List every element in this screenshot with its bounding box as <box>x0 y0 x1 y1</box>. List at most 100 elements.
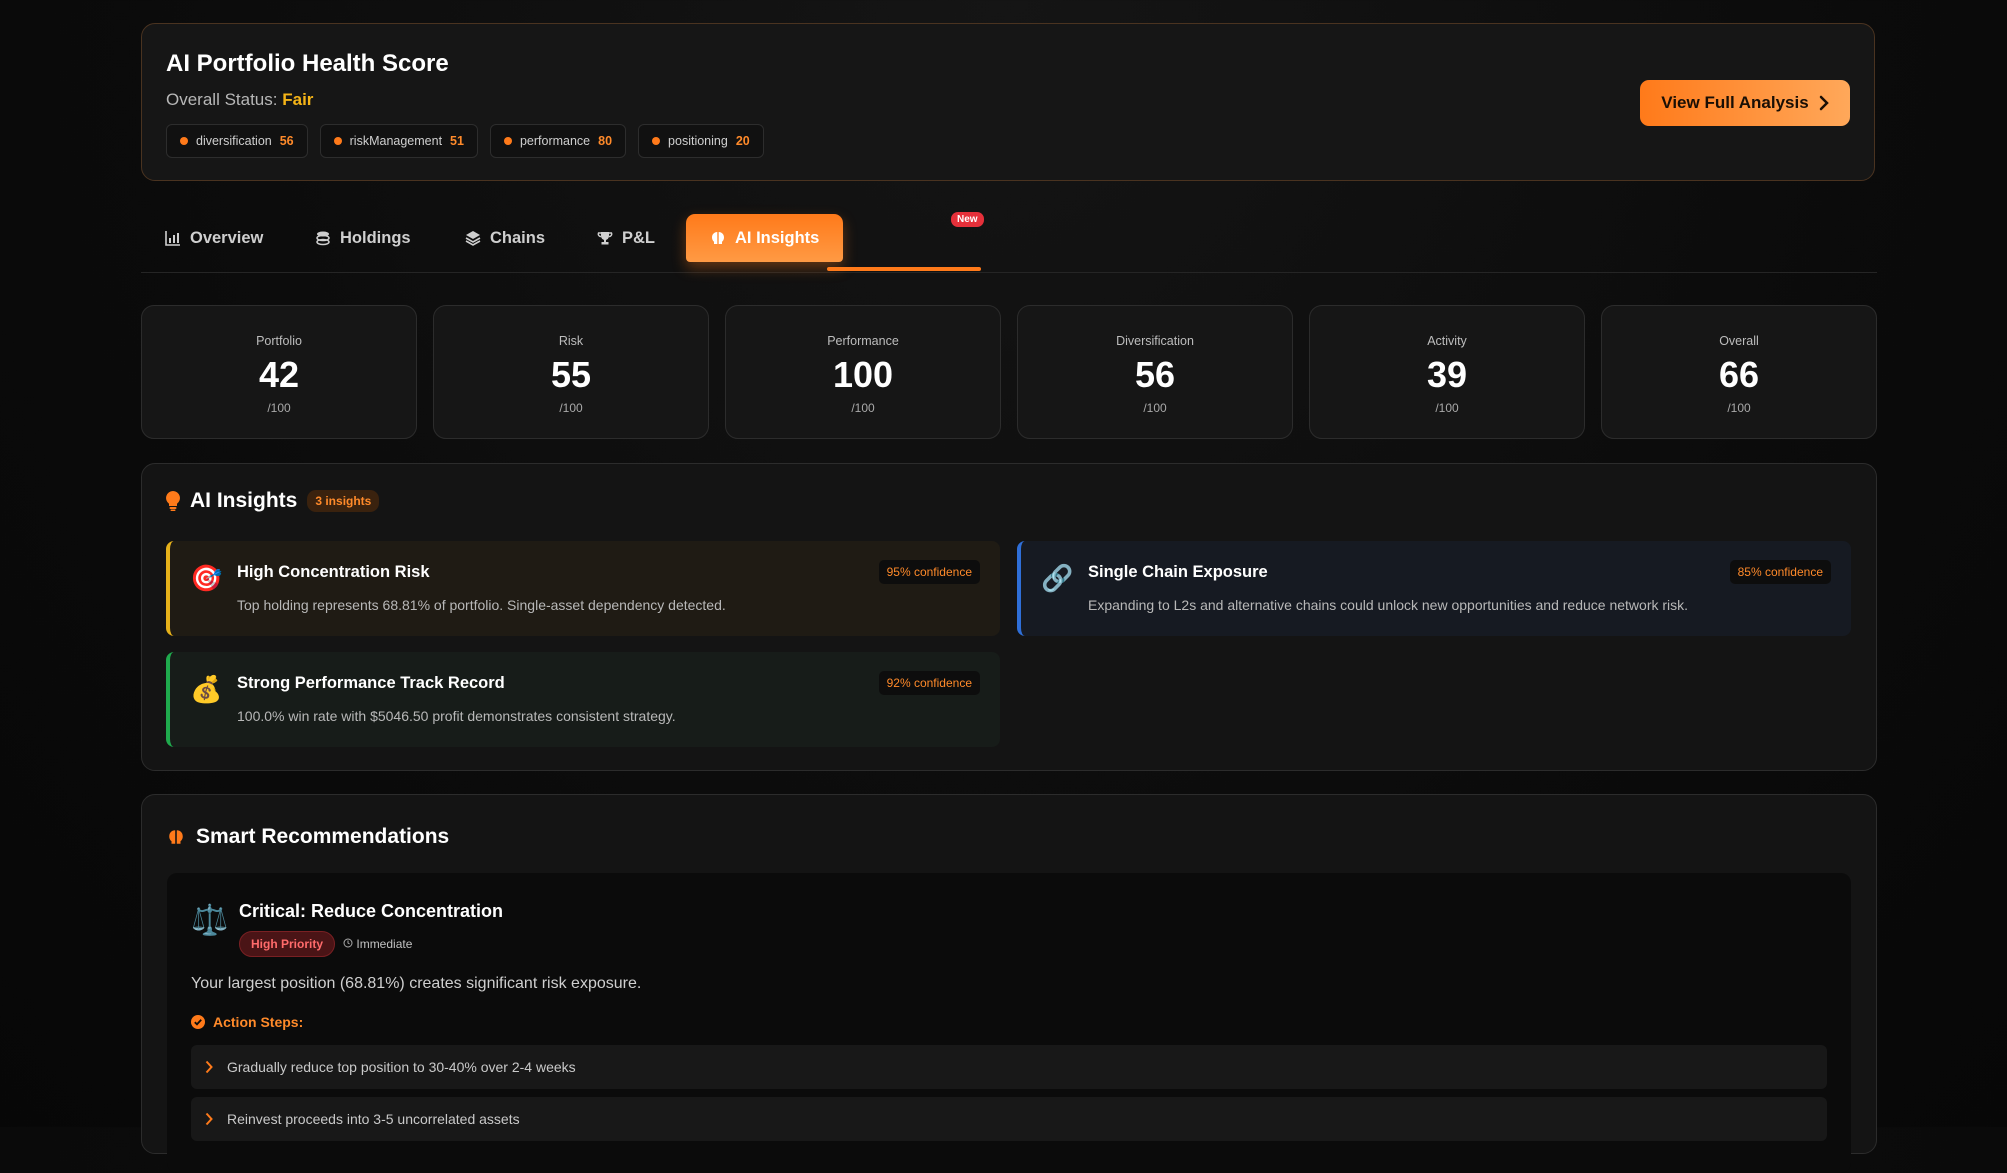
insights-count-badge: 3 insights <box>307 490 380 512</box>
active-tab-indicator <box>827 267 981 271</box>
view-full-analysis-button[interactable]: View Full Analysis <box>1640 80 1850 126</box>
chip-value: 20 <box>735 134 750 148</box>
overall-status: Overall Status: Fair <box>166 90 313 110</box>
layers-icon <box>465 231 481 246</box>
new-badge: New <box>951 212 984 227</box>
chevron-right-icon <box>1819 95 1829 111</box>
cta-label: View Full Analysis <box>1661 93 1809 112</box>
tab-label: Holdings <box>340 228 411 247</box>
chip-value: 51 <box>450 134 464 148</box>
tab-chains[interactable]: Chains <box>465 214 545 262</box>
step-text: Gradually reduce top position to 30-40% … <box>227 1059 576 1075</box>
confidence-badge: 92% confidence <box>878 671 980 695</box>
score-value: 56 <box>1134 353 1176 395</box>
chevron-right-icon <box>205 1060 213 1074</box>
score-max: /100 <box>267 400 291 415</box>
section-title: AI Insights <box>190 489 298 512</box>
smart-recommendations-section: Smart Recommendations ⚖️ Critical: Reduc… <box>141 794 1877 1173</box>
score-card-activity: Activity 39 /100 <box>1309 305 1585 439</box>
score-label: Diversification <box>1116 333 1194 348</box>
dot-icon <box>652 137 661 145</box>
brain-icon <box>712 232 724 244</box>
status-value: Fair <box>282 90 314 109</box>
score-card-diversification: Diversification 56 /100 <box>1017 305 1293 439</box>
tab-ai-insights[interactable]: AI Insights <box>686 214 844 262</box>
tab-bar: Overview Holdings Chains P&L AI Insights… <box>141 212 1877 273</box>
chip-label: riskManagement <box>349 134 443 148</box>
bar-chart-icon <box>165 231 180 246</box>
score-value: 39 <box>1426 353 1468 395</box>
dot-icon <box>180 137 188 145</box>
score-label: Risk <box>558 333 584 348</box>
tab-pnl[interactable]: P&L <box>597 214 655 262</box>
chevron-right-icon <box>205 1112 213 1126</box>
priority-badge: High Priority <box>239 931 336 957</box>
insight-title: Strong Performance Track Record <box>237 674 505 692</box>
score-card-portfolio: Portfolio 42 /100 <box>141 305 417 439</box>
chip-label: positioning <box>668 134 728 148</box>
score-max: /100 <box>1435 400 1459 415</box>
chip-risk-management: riskManagement 51 <box>319 124 478 158</box>
step-text: Reinvest proceeds into 3-5 uncorrelated … <box>227 1111 520 1127</box>
score-card-performance: Performance 100 /100 <box>725 305 1001 439</box>
timeframe-label: Immediate <box>356 937 413 951</box>
chip-diversification: diversification 56 <box>166 124 308 158</box>
check-circle-icon <box>191 1015 205 1029</box>
score-cards: Portfolio 42 /100 Risk 55 /100 Performan… <box>141 305 1877 439</box>
insight-card[interactable]: 🎯 High Concentration Risk Top holding re… <box>166 541 1000 636</box>
clock-icon <box>343 938 353 948</box>
insight-description: Top holding represents 68.81% of portfol… <box>237 597 726 613</box>
tab-label: AI Insights <box>735 228 820 247</box>
score-label: Activity <box>1427 333 1467 348</box>
status-label: Overall Status: <box>166 90 278 109</box>
insight-title: High Concentration Risk <box>237 563 430 581</box>
timeframe: Immediate <box>343 937 412 951</box>
chip-positioning: positioning 20 <box>638 124 764 158</box>
score-chips: diversification 56 riskManagement 51 per… <box>166 124 764 158</box>
insight-card[interactable]: 💰 Strong Performance Track Record 100.0%… <box>166 652 1000 747</box>
action-step[interactable]: Reinvest proceeds into 3-5 uncorrelated … <box>191 1097 1827 1141</box>
confidence-badge: 95% confidence <box>878 560 980 584</box>
page-title: AI Portfolio Health Score <box>166 50 449 77</box>
money-bag-icon: 💰 <box>190 674 223 704</box>
lightbulb-icon <box>166 491 180 511</box>
scale-icon: ⚖️ <box>191 904 229 937</box>
health-score-header: AI Portfolio Health Score Overall Status… <box>141 23 1875 181</box>
recommendations-heading: Smart Recommendations <box>166 825 449 849</box>
section-title: Smart Recommendations <box>196 825 450 848</box>
chip-label: diversification <box>196 134 272 148</box>
dot-icon <box>503 137 512 145</box>
score-card-overall: Overall 66 /100 <box>1601 305 1877 439</box>
score-label: Overall <box>1719 333 1759 348</box>
trophy-icon <box>597 232 613 245</box>
insight-card[interactable]: 🔗 Single Chain Exposure Expanding to L2s… <box>1017 541 1851 636</box>
chip-value: 80 <box>598 134 613 148</box>
score-max: /100 <box>851 400 875 415</box>
score-max: /100 <box>1727 400 1751 415</box>
chip-performance: performance 80 <box>489 124 627 158</box>
action-steps-heading: Action Steps: <box>191 1014 303 1030</box>
recommendation-card[interactable]: ⚖️ Critical: Reduce Concentration High P… <box>167 873 1851 1173</box>
recommendation-title: Critical: Reduce Concentration <box>239 901 504 921</box>
action-step[interactable]: Gradually reduce top position to 30-40% … <box>191 1045 1827 1089</box>
tab-label: Overview <box>190 228 264 247</box>
score-card-risk: Risk 55 /100 <box>433 305 709 439</box>
score-value: 42 <box>258 353 300 395</box>
score-value: 100 <box>832 353 894 395</box>
tab-overview[interactable]: Overview <box>165 214 263 262</box>
tab-label: P&L <box>622 228 655 247</box>
coins-icon <box>316 231 330 246</box>
insight-description: Expanding to L2s and alternative chains … <box>1088 597 1689 613</box>
steps-title: Action Steps: <box>213 1014 304 1030</box>
score-value: 66 <box>1718 353 1760 395</box>
score-max: /100 <box>559 400 583 415</box>
score-max: /100 <box>1143 400 1167 415</box>
score-label: Performance <box>827 333 899 348</box>
ai-insights-section: AI Insights 3 insights 🎯 High Concentrat… <box>141 463 1877 771</box>
confidence-badge: 85% confidence <box>1729 560 1831 584</box>
chip-value: 56 <box>279 134 294 148</box>
insight-description: 100.0% win rate with $5046.50 profit dem… <box>237 708 676 724</box>
priority-row: High Priority Immediate <box>239 931 412 957</box>
tab-holdings[interactable]: Holdings <box>315 214 411 262</box>
link-icon: 🔗 <box>1041 563 1074 593</box>
